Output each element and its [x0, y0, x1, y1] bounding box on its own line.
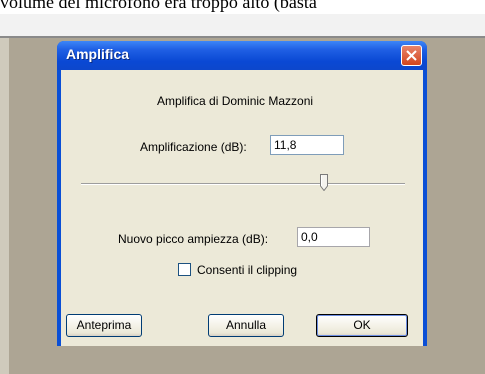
- dialog-title: Amplifica: [66, 46, 130, 62]
- amplification-slider[interactable]: [81, 183, 405, 185]
- dialog-subtitle: Amplifica di Dominic Mazzoni: [157, 94, 314, 108]
- background-toolbar: [0, 14, 485, 36]
- amplification-label: Amplificazione (dB):: [140, 140, 247, 154]
- clipping-label: Consenti il clipping: [197, 263, 298, 277]
- cancel-button[interactable]: Annulla: [208, 314, 284, 337]
- amplification-input[interactable]: 11,8: [270, 135, 344, 155]
- peak-label: Nuovo picco ampiezza (dB):: [118, 232, 269, 246]
- dialog-body: Amplifica di Dominic Mazzoni Amplificazi…: [61, 70, 423, 346]
- background-left-panel: [0, 38, 9, 374]
- amplify-dialog: Amplifica Amplifica di Dominic Mazzoni A…: [57, 41, 427, 346]
- close-icon: [406, 50, 417, 61]
- clipping-checkbox[interactable]: [178, 263, 191, 276]
- ok-button[interactable]: OK: [316, 314, 408, 337]
- background-text: volume del microfono era troppo alto (ba…: [0, 0, 317, 12]
- peak-input[interactable]: 0,0: [297, 227, 370, 247]
- preview-button[interactable]: Anteprima: [66, 314, 142, 337]
- title-bar[interactable]: Amplifica: [57, 41, 427, 70]
- close-button[interactable]: [401, 45, 422, 66]
- slider-thumb[interactable]: [320, 174, 328, 191]
